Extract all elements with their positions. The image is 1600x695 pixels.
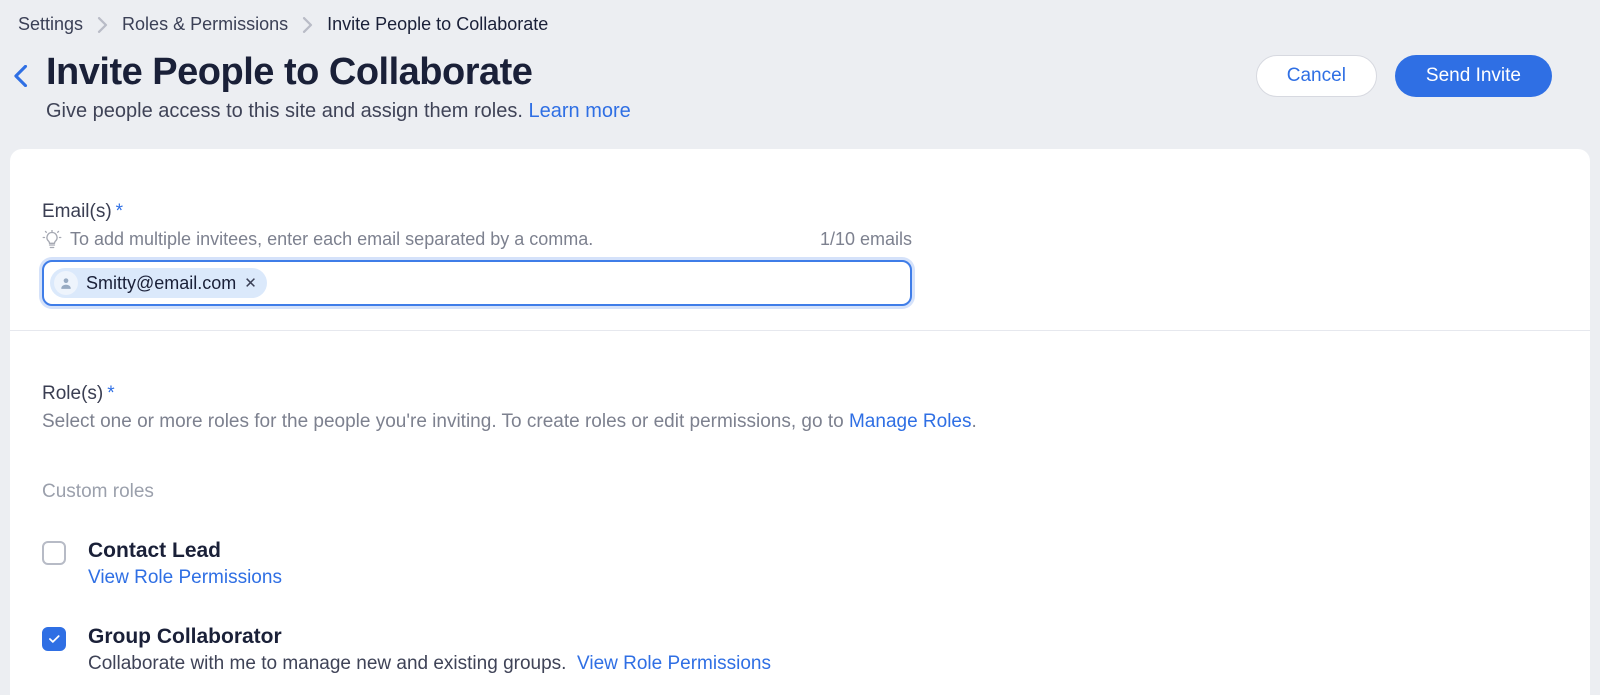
role-item: Group Collaborator Collaborate with me t… — [42, 625, 1558, 675]
email-chip: Smitty@email.com ✕ — [50, 268, 267, 298]
lightbulb-icon — [42, 230, 62, 250]
role-checkbox[interactable] — [42, 627, 66, 651]
chevron-right-icon — [97, 17, 108, 33]
role-checkbox[interactable] — [42, 541, 66, 565]
cancel-button[interactable]: Cancel — [1256, 55, 1377, 97]
roles-help-text: Select one or more roles for the people … — [42, 411, 1558, 433]
custom-roles-heading: Custom roles — [42, 481, 1558, 503]
emails-label: Email(s)* — [42, 201, 1558, 223]
view-role-permissions-link[interactable]: View Role Permissions — [577, 653, 771, 674]
role-name: Group Collaborator — [88, 625, 1558, 649]
chip-remove-icon[interactable]: ✕ — [244, 274, 257, 292]
page-header: Invite People to Collaborate Give people… — [0, 35, 1600, 149]
emails-hint: To add multiple invitees, enter each ema… — [70, 229, 593, 250]
manage-roles-link[interactable]: Manage Roles — [849, 411, 972, 432]
avatar-icon — [54, 271, 78, 295]
send-invite-button[interactable]: Send Invite — [1395, 55, 1552, 97]
back-arrow-icon[interactable] — [12, 65, 28, 87]
emails-field: Email(s)* To a — [42, 201, 1558, 306]
emails-count: 1/10 emails — [820, 229, 912, 250]
role-name: Contact Lead — [88, 539, 1558, 563]
emails-text-input[interactable] — [273, 272, 904, 295]
email-chip-text: Smitty@email.com — [86, 273, 236, 294]
breadcrumb-item[interactable]: Settings — [18, 14, 83, 35]
learn-more-link[interactable]: Learn more — [528, 100, 630, 122]
roles-field: Role(s)* Select one or more roles for th… — [42, 383, 1558, 675]
roles-label: Role(s)* — [42, 383, 1558, 405]
role-description: Collaborate with me to manage new and ex… — [88, 653, 566, 674]
page-title: Invite People to Collaborate — [46, 51, 1238, 94]
invite-card: Email(s)* To a — [10, 149, 1590, 695]
emails-input[interactable]: Smitty@email.com ✕ — [42, 260, 912, 306]
page-subtitle: Give people access to this site and assi… — [46, 100, 1238, 123]
breadcrumb: Settings Roles & Permissions Invite Peop… — [0, 0, 1600, 35]
section-divider — [10, 330, 1590, 331]
role-item: Contact Lead View Role Permissions — [42, 539, 1558, 589]
breadcrumb-item[interactable]: Roles & Permissions — [122, 14, 288, 35]
breadcrumb-item-current: Invite People to Collaborate — [327, 14, 548, 35]
view-role-permissions-link[interactable]: View Role Permissions — [88, 567, 282, 588]
chevron-right-icon — [302, 17, 313, 33]
header-actions: Cancel Send Invite — [1256, 55, 1582, 97]
